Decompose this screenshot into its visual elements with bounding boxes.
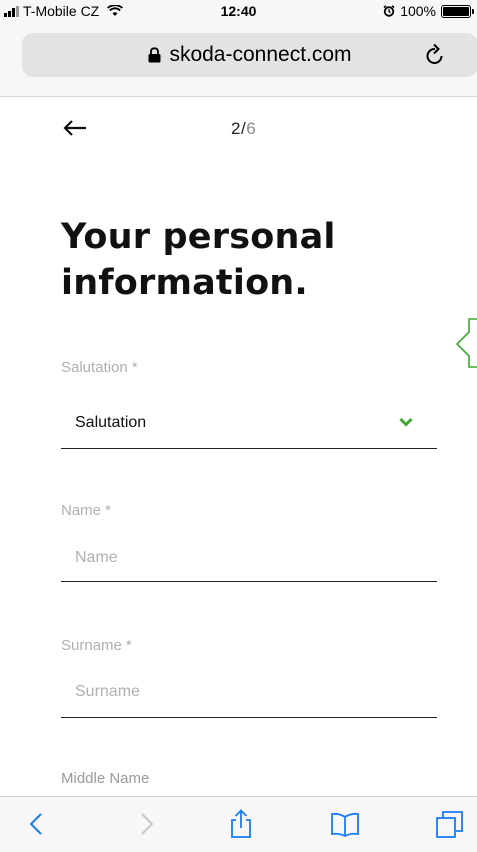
forward-icon[interactable] [131, 809, 161, 839]
salutation-label: Salutation * [61, 359, 138, 376]
tabs-icon[interactable] [435, 809, 465, 839]
back-icon[interactable] [22, 809, 52, 839]
surname-label: Surname * [61, 637, 132, 654]
lock-icon [148, 47, 161, 63]
chevron-down-icon[interactable] [399, 417, 413, 427]
surname-underline [61, 717, 437, 718]
step-total: 6 [246, 119, 257, 138]
middle-name-label: Middle Name [61, 770, 150, 787]
browser-toolbar [0, 796, 477, 852]
name-underline [61, 581, 437, 582]
browser-address-area: skoda-connect.com [0, 22, 477, 97]
alarm-icon [383, 5, 395, 17]
address-bar[interactable]: skoda-connect.com [22, 33, 477, 77]
step-current: 2 [231, 119, 241, 138]
status-bar: T-Mobile CZ 12:40 100% [0, 0, 477, 22]
surname-input[interactable]: Surname [75, 683, 140, 701]
status-right: 100% [383, 3, 474, 19]
battery-icon [441, 4, 474, 18]
back-arrow-icon[interactable] [62, 118, 88, 138]
share-icon[interactable] [226, 809, 256, 839]
name-label: Name * [61, 502, 112, 519]
step-indicator: 2/6 [231, 119, 256, 139]
salutation-underline [61, 448, 437, 449]
url-text: skoda-connect.com [169, 43, 352, 66]
feedback-tab-icon[interactable] [456, 318, 477, 368]
name-input[interactable]: Name [75, 549, 118, 567]
page-title: Your personal information. [61, 217, 336, 303]
battery-percent: 100% [400, 3, 436, 19]
bookmarks-icon[interactable] [330, 809, 360, 839]
salutation-select[interactable]: Salutation [75, 414, 146, 432]
reload-icon[interactable] [424, 43, 446, 67]
